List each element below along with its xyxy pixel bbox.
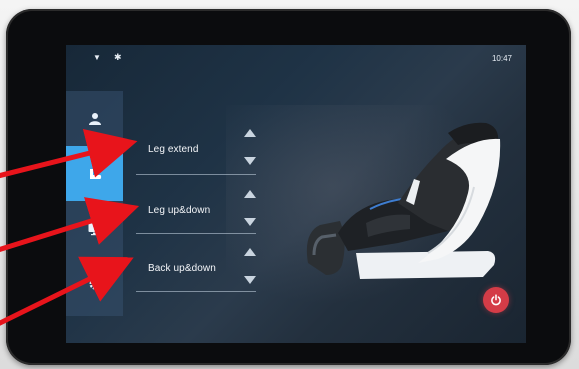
arrow-up-icon[interactable] xyxy=(244,190,256,198)
bluetooth-icon: ✱ xyxy=(114,52,122,62)
sidebar xyxy=(66,91,123,316)
touch-screen: ▼ ✱ 10:47 Leg extend Leg up&down Back up… xyxy=(66,45,526,343)
status-bar: ▼ ✱ 10:47 xyxy=(66,45,526,71)
control-label: Leg up&down xyxy=(148,205,211,216)
power-button[interactable] xyxy=(483,287,509,313)
arrow-down-icon[interactable] xyxy=(244,157,256,165)
power-icon xyxy=(491,294,501,306)
control-leg-extend: Leg extend xyxy=(138,123,256,179)
divider xyxy=(136,233,256,234)
control-leg-up-down: Leg up&down xyxy=(138,184,256,240)
control-label: Back up&down xyxy=(148,263,216,274)
arrow-down-icon[interactable] xyxy=(244,218,256,226)
divider xyxy=(136,291,256,292)
sidebar-item-user[interactable] xyxy=(66,91,123,146)
status-time: 10:47 xyxy=(491,54,512,63)
sidebar-item-legs[interactable] xyxy=(66,146,123,201)
control-back-up-down: Back up&down xyxy=(138,242,256,298)
foot-icon xyxy=(89,168,101,179)
arrow-up-icon[interactable] xyxy=(244,129,256,137)
arrow-up-icon[interactable] xyxy=(244,248,256,256)
control-label: Leg extend xyxy=(148,144,199,155)
massage-chair-image xyxy=(306,122,501,279)
gear-icon xyxy=(89,278,100,289)
sidebar-item-display[interactable] xyxy=(66,201,123,256)
divider xyxy=(136,174,256,175)
wifi-icon: ▼ xyxy=(93,53,101,62)
sidebar-item-settings[interactable] xyxy=(66,256,123,311)
user-icon xyxy=(88,112,101,125)
arrow-down-icon[interactable] xyxy=(244,276,256,284)
monitor-icon xyxy=(88,223,101,235)
